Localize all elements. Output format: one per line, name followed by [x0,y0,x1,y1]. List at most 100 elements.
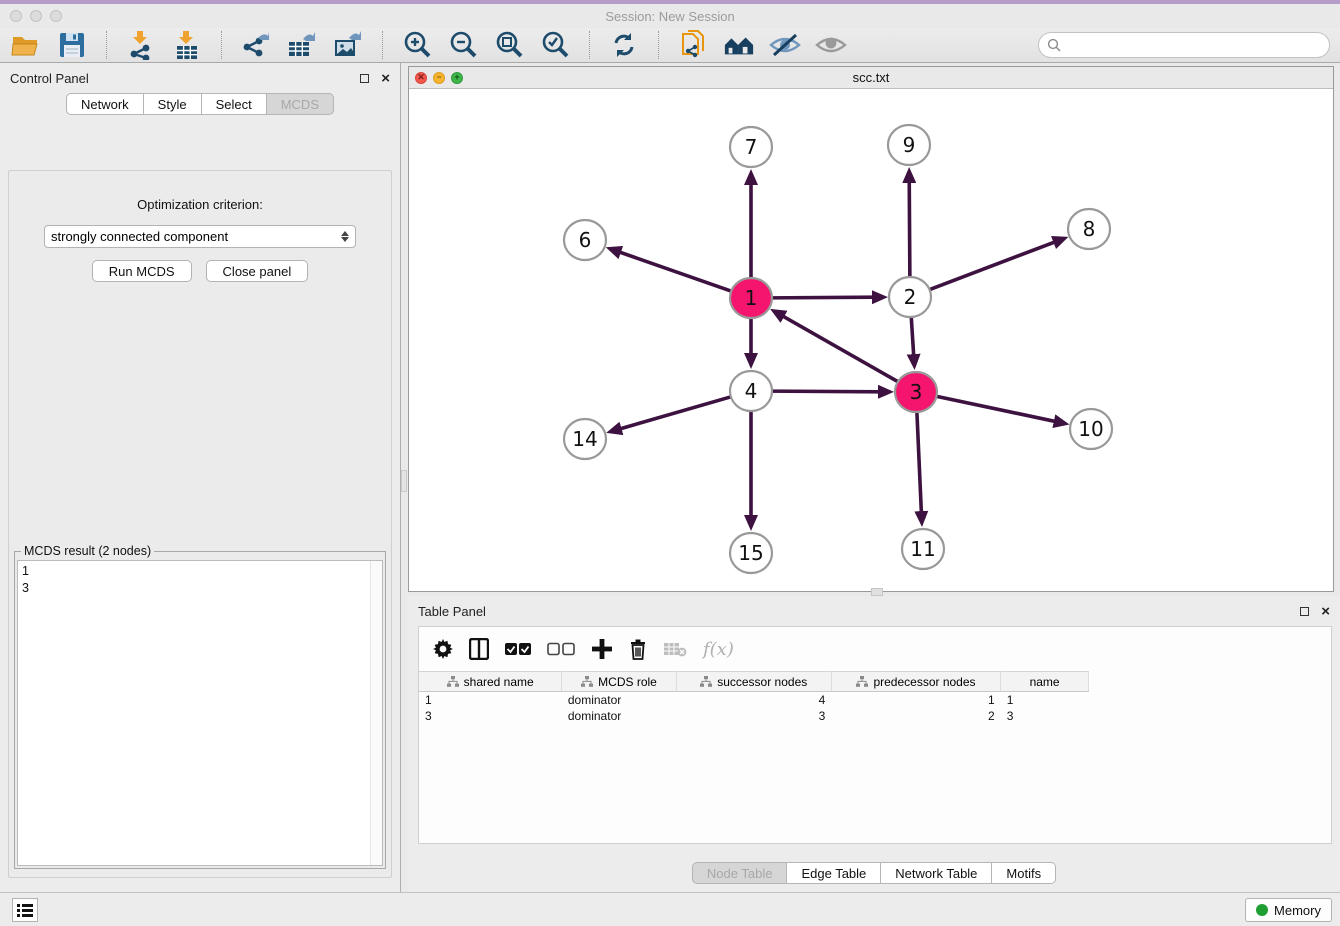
graph-node-11[interactable]: 11 [902,529,944,569]
graph-edge-3-10[interactable] [936,396,1056,421]
cell-mcds-role[interactable]: dominator [562,692,676,708]
close-panel-icon[interactable]: × [381,71,390,86]
graph-node-label: 15 [738,541,763,565]
new-network-from-selection-icon[interactable] [677,30,709,60]
tab-network[interactable]: Network [66,93,144,115]
run-mcds-button[interactable]: Run MCDS [92,260,192,282]
graph-edge-1-6[interactable] [619,252,732,292]
open-file-icon[interactable] [10,30,42,60]
graph-node-9[interactable]: 9 [888,125,930,165]
graph-edge-3-1[interactable] [782,316,898,382]
show-all-icon[interactable] [815,30,847,60]
select-all-checkboxes-icon[interactable] [505,642,531,656]
cell-successor-nodes[interactable]: 3 [676,708,831,724]
column-header-shared-name[interactable]: shared name [419,672,562,692]
search-box[interactable] [1038,32,1330,58]
mcds-result-text[interactable]: 1 3 [17,560,383,866]
tab-mcds[interactable]: MCDS [267,93,334,115]
tab-style[interactable]: Style [144,93,202,115]
graph-node-8[interactable]: 8 [1068,209,1110,249]
zoom-in-icon[interactable] [401,30,433,60]
graph-node-label: 9 [903,133,916,157]
cell-name[interactable]: 3 [1001,708,1089,724]
column-header-successor-nodes[interactable]: successor nodes [676,672,831,692]
graph-node-10[interactable]: 10 [1070,409,1112,449]
graph-node-label: 11 [910,537,935,561]
graph-node-4[interactable]: 4 [730,371,772,411]
graph-edge-4-3[interactable] [771,391,880,392]
select-stepper-icon [341,231,349,242]
tab-node-table[interactable]: Node Table [692,862,788,884]
graph-edge-3-11[interactable] [917,412,922,513]
graph-node-6[interactable]: 6 [564,220,606,260]
float-table-panel-icon[interactable] [1300,607,1309,616]
graph-edge-2-9[interactable] [909,181,910,277]
close-panel-button[interactable]: Close panel [206,260,309,282]
toolbar-separator [589,31,590,59]
column-selector-icon[interactable] [469,638,489,660]
zoom-fit-icon[interactable] [493,30,525,60]
float-panel-icon[interactable] [360,74,369,83]
memory-button[interactable]: Memory [1245,898,1332,922]
table-row[interactable]: 1 dominator 4 1 1 [419,692,1089,708]
graph-node-label: 4 [745,379,758,403]
result-scrollbar[interactable] [370,561,382,865]
control-panel: Control Panel × Network Style Select MCD… [0,63,401,892]
task-history-button[interactable] [12,898,38,922]
delete-column-icon[interactable] [629,638,647,660]
optimization-criterion-select[interactable]: strongly connected component [44,225,356,248]
optimization-criterion-label: Optimization criterion: [9,197,391,212]
tab-select[interactable]: Select [202,93,267,115]
hide-selected-icon[interactable] [769,30,801,60]
panel-splitter-grabber[interactable] [401,470,407,492]
search-input[interactable] [1066,38,1321,53]
tab-edge-table[interactable]: Edge Table [787,862,881,884]
cell-predecessor-nodes[interactable]: 1 [831,692,1000,708]
zoom-selected-icon[interactable] [539,30,571,60]
graph-node-14[interactable]: 14 [564,419,606,459]
first-neighbors-icon[interactable] [723,30,755,60]
horizontal-splitter-grabber[interactable] [871,588,883,596]
column-header-predecessor-nodes[interactable]: predecessor nodes [831,672,1000,692]
close-table-panel-icon[interactable]: × [1321,604,1330,619]
graph-node-2[interactable]: 2 [889,277,931,317]
export-table-icon[interactable] [286,30,318,60]
import-table-icon[interactable] [171,30,203,60]
cell-mcds-role[interactable]: dominator [562,708,676,724]
network-canvas[interactable]: 7 9 6 8 1 2 4 3 14 10 15 11 [409,89,1333,591]
graph-edge-1-2[interactable] [771,297,874,298]
graph-node-15[interactable]: 15 [730,533,772,573]
cell-successor-nodes[interactable]: 4 [676,692,831,708]
cell-shared-name[interactable]: 3 [419,708,562,724]
refresh-icon[interactable] [608,30,640,60]
column-header-name[interactable]: name [1001,672,1089,692]
node-table-container: f(x) shared name MCDS role successor nod… [418,626,1332,844]
export-network-icon[interactable] [240,30,272,60]
import-network-icon[interactable] [125,30,157,60]
cell-shared-name[interactable]: 1 [419,692,562,708]
tab-motifs[interactable]: Motifs [992,862,1056,884]
graph-edge-2-8[interactable] [929,242,1056,290]
control-panel-tabs: Network Style Select MCDS [0,93,400,115]
cell-name[interactable]: 1 [1001,692,1089,708]
memory-label: Memory [1274,903,1321,918]
toolbar-separator [221,31,222,59]
export-image-icon[interactable] [332,30,364,60]
graph-edge-4-14[interactable] [620,397,732,429]
gear-icon[interactable] [433,639,453,659]
network-window-titlebar[interactable]: ✕ − + scc.txt [409,67,1333,89]
graph-edge-2-3[interactable] [911,317,913,356]
save-session-icon[interactable] [56,30,88,60]
graph-node-3[interactable]: 3 [895,372,937,412]
graph-node-1[interactable]: 1 [730,278,772,318]
column-header-mcds-role[interactable]: MCDS role [562,672,676,692]
table-panel-header: Table Panel × [408,596,1340,626]
add-column-icon[interactable] [591,638,613,660]
graph-node-7[interactable]: 7 [730,127,772,167]
table-row[interactable]: 3 dominator 3 2 3 [419,708,1089,724]
cell-predecessor-nodes[interactable]: 2 [831,708,1000,724]
deselect-all-checkboxes-icon[interactable] [547,642,575,656]
zoom-out-icon[interactable] [447,30,479,60]
table-panel: Table Panel × [408,596,1340,892]
tab-network-table[interactable]: Network Table [881,862,992,884]
